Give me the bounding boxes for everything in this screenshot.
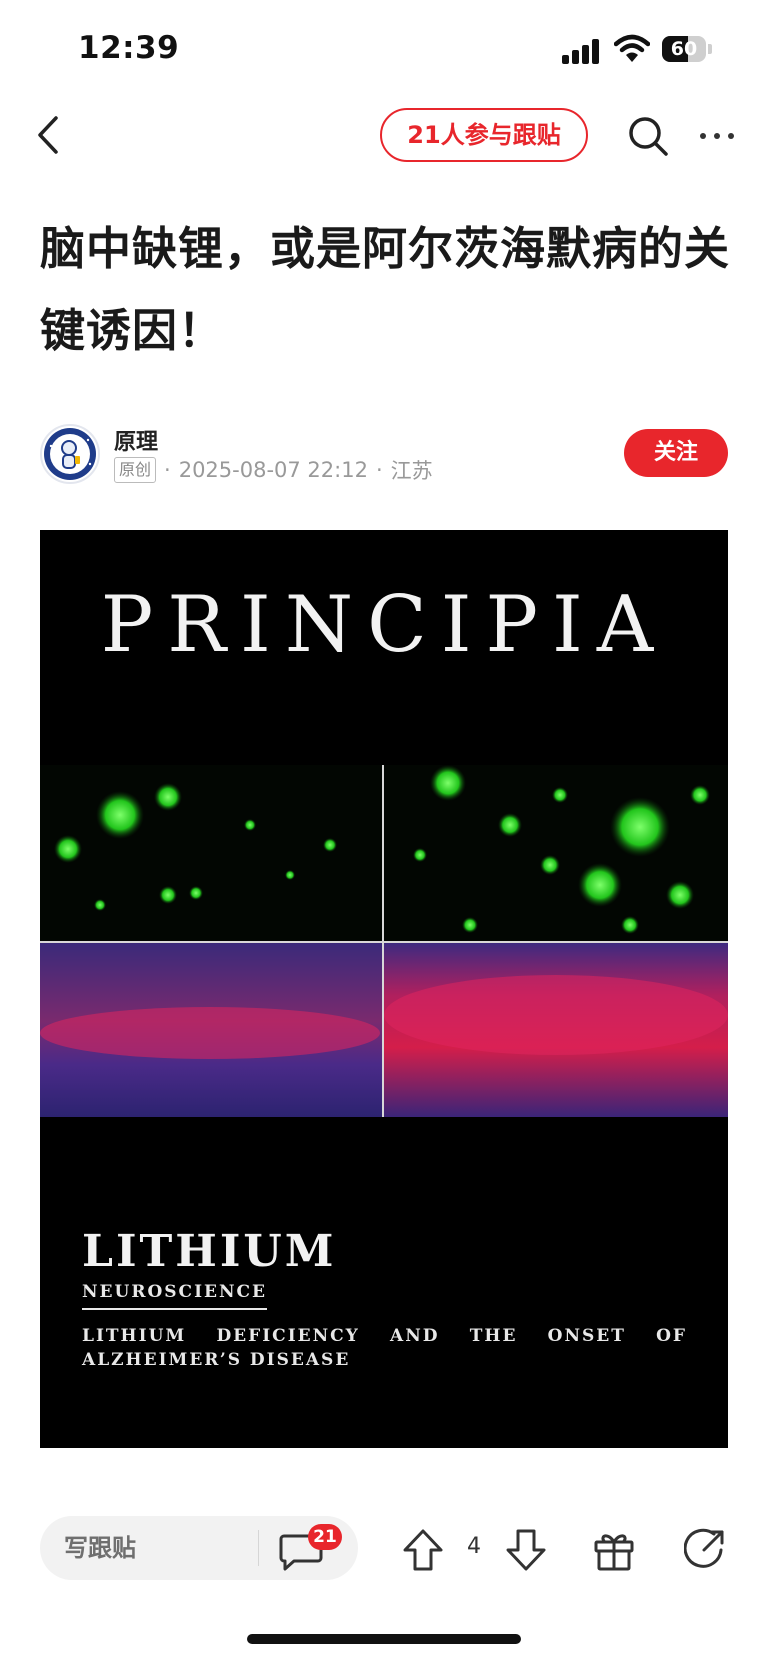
- astronaut-logo-icon: [44, 428, 96, 480]
- gift-icon[interactable]: [592, 1528, 636, 1572]
- meta-separator: ·: [164, 458, 171, 482]
- comment-divider: [258, 1530, 259, 1566]
- write-comment-button[interactable]: 写跟贴: [64, 1516, 136, 1580]
- follow-button[interactable]: 关注: [624, 429, 728, 477]
- meta-separator: ·: [375, 458, 383, 482]
- participants-button[interactable]: 21人参与跟贴: [380, 108, 588, 162]
- signal-icon: [562, 38, 602, 64]
- article-meta: 原创 · 2025-08-07 22:12 · 江苏: [114, 455, 441, 485]
- microscopy-image: [40, 765, 728, 1117]
- status-bar: 12:39 60: [0, 0, 768, 100]
- cover-subtitle: LITHIUM DEFICIENCY AND THE ONSET OF ALZH…: [82, 1326, 687, 1370]
- share-icon[interactable]: [684, 1528, 726, 1570]
- publish-datetime: 2025-08-07 22:12: [178, 458, 368, 482]
- original-badge: 原创: [114, 457, 157, 483]
- comment-count-badge: 21: [308, 1524, 342, 1550]
- back-icon[interactable]: [34, 112, 64, 158]
- author-avatar[interactable]: [40, 424, 100, 484]
- cover-topic: LITHIUM: [82, 1226, 337, 1277]
- cover-title: PRINCIPIA: [100, 580, 668, 670]
- publish-location: 江苏: [390, 459, 433, 483]
- downvote-icon[interactable]: [505, 1528, 547, 1572]
- status-time: 12:39: [78, 30, 180, 66]
- upvote-icon[interactable]: [402, 1528, 444, 1572]
- author-name[interactable]: 原理: [114, 424, 158, 456]
- home-indicator[interactable]: [247, 1634, 521, 1644]
- wifi-icon: [614, 34, 650, 62]
- vote-count: 4: [467, 1534, 481, 1559]
- article-title: 脑中缺锂，或是阿尔茨海默病的关键诱因！: [40, 222, 731, 357]
- comment-bar: 写跟贴 21: [40, 1516, 358, 1580]
- battery-indicator: 60: [662, 36, 714, 64]
- battery-percent: 60: [670, 38, 698, 60]
- more-icon[interactable]: [700, 126, 734, 146]
- article-cover-image[interactable]: PRINCIPIA LITHIUM NEUROSCIENCE LITHIUM D…: [40, 530, 728, 1448]
- search-icon[interactable]: [626, 114, 670, 158]
- cover-section: NEUROSCIENCE: [82, 1282, 268, 1310]
